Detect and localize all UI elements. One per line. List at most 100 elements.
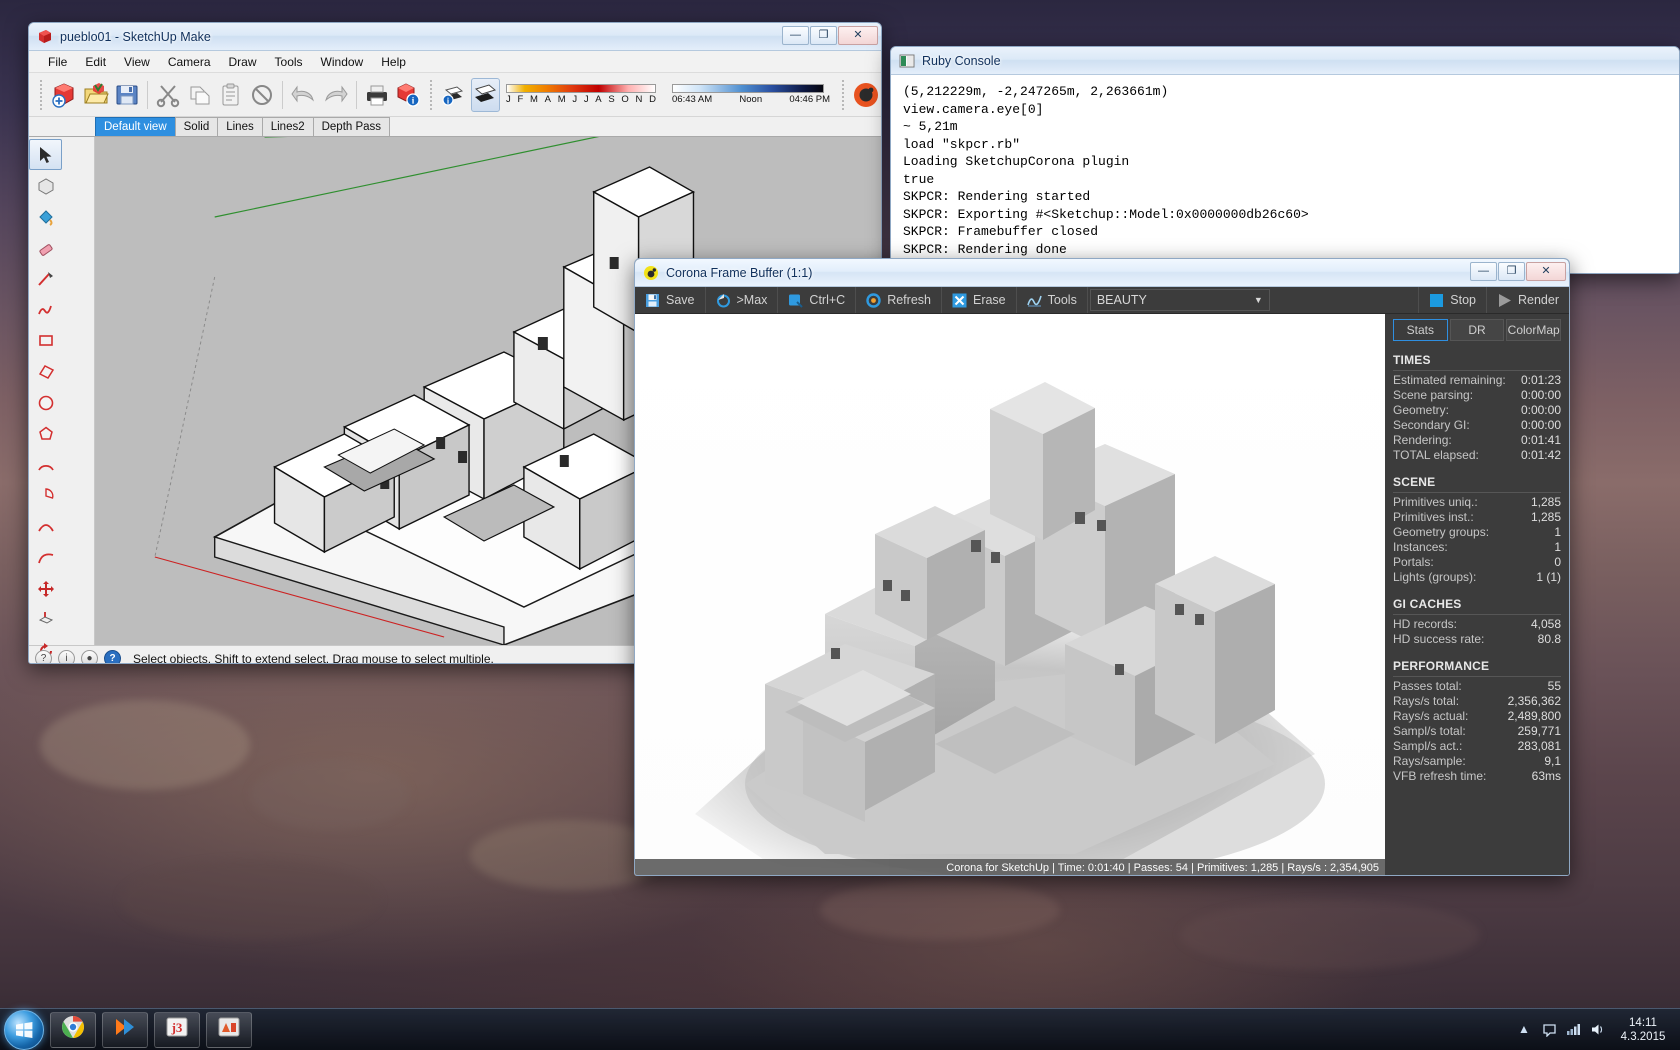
erase-icon[interactable]	[247, 78, 276, 112]
scene-tab-lines2[interactable]: Lines2	[261, 117, 314, 136]
tools-button[interactable]: Tools	[1017, 287, 1088, 313]
make-component-icon[interactable]	[29, 170, 62, 201]
menu-edit[interactable]: Edit	[76, 53, 115, 71]
new-document-icon[interactable]	[50, 78, 79, 112]
scene-tab-solid[interactable]: Solid	[174, 117, 219, 136]
freehand-icon[interactable]	[29, 294, 62, 325]
copy-icon[interactable]	[185, 78, 214, 112]
corona-close-button[interactable]: ✕	[1526, 262, 1566, 281]
ruby-console-window[interactable]: Ruby Console (5,212229m, -2,247265m, 2,2…	[890, 46, 1680, 274]
windows-taskbar[interactable]: j3 ▲ 14:11 4.3.2015	[0, 1008, 1680, 1050]
save-icon[interactable]	[112, 78, 141, 112]
sketchup-maximize-button[interactable]: ❐	[810, 26, 837, 45]
shadow-time-slider[interactable]: 06:43 AM Noon 04:46 PM	[672, 84, 830, 105]
corona-minimize-button[interactable]: —	[1470, 262, 1497, 281]
sketchup-minimize-button[interactable]: —	[782, 26, 809, 45]
taskbar-item-corona[interactable]	[206, 1011, 252, 1048]
three-point-arc-icon[interactable]	[29, 542, 62, 573]
two-point-arc-icon[interactable]	[29, 511, 62, 542]
render-button[interactable]: Render	[1487, 287, 1569, 313]
rotated-rectangle-icon[interactable]	[29, 356, 62, 387]
menu-window[interactable]: Window	[312, 53, 373, 71]
volume-icon[interactable]	[1590, 1022, 1605, 1037]
sketchup-scene-tabs[interactable]: Default view Solid Lines Lines2 Depth Pa…	[29, 117, 881, 137]
erase-button[interactable]: Erase	[942, 287, 1017, 313]
instructor-icon[interactable]: i	[58, 650, 75, 663]
taskbar-clock[interactable]: 14:11 4.3.2015	[1614, 1016, 1672, 1044]
system-tray[interactable]: ▲ 14:11 4.3.2015	[1518, 1016, 1680, 1044]
render-element-select[interactable]: BEAUTY ▼	[1089, 289, 1270, 311]
print-icon[interactable]	[362, 78, 391, 112]
arc-icon[interactable]	[29, 449, 62, 480]
sketchup-close-button[interactable]: ✕	[838, 26, 878, 45]
redo-arrow-icon[interactable]	[320, 78, 349, 112]
save-button[interactable]: Save	[635, 287, 706, 313]
shadow-month-gradient[interactable]	[506, 84, 657, 93]
corona-maximize-button[interactable]: ❐	[1498, 262, 1525, 281]
polygon-icon[interactable]	[29, 418, 62, 449]
menu-camera[interactable]: Camera	[159, 53, 220, 71]
menu-file[interactable]: File	[39, 53, 76, 71]
shadow-time-gradient[interactable]	[672, 84, 825, 93]
open-folder-icon[interactable]	[81, 78, 110, 112]
account-icon[interactable]: ●	[81, 650, 98, 663]
push-pull-icon[interactable]	[29, 604, 62, 635]
windows-start-orb-icon[interactable]	[4, 1009, 44, 1050]
line-icon[interactable]	[29, 263, 62, 294]
stats-value: 283,081	[1517, 739, 1561, 753]
taskbar-item-sketchup[interactable]: j3	[154, 1011, 200, 1048]
send-to-max-button[interactable]: >Max	[706, 287, 779, 313]
render-image-area[interactable]: Corona for SketchUp | Time: 0:01:40 | Pa…	[635, 314, 1385, 875]
model-info-icon[interactable]: i	[394, 78, 423, 112]
corona-toolbar-right[interactable]: Stop Render	[1418, 287, 1569, 313]
menu-draw[interactable]: Draw	[220, 53, 266, 71]
scene-tab-default-view[interactable]: Default view	[95, 117, 176, 136]
tab-colormap[interactable]: ColorMap	[1506, 319, 1562, 341]
undo-arrow-icon[interactable]	[289, 78, 318, 112]
paint-bucket-icon[interactable]	[29, 201, 62, 232]
corona-stats-panel[interactable]: Stats DR ColorMap TIMES Estimated remain…	[1385, 314, 1569, 875]
scene-tab-lines[interactable]: Lines	[217, 117, 263, 136]
display-shadows-icon[interactable]: i	[440, 78, 469, 112]
cut-scissors-icon[interactable]	[154, 78, 183, 112]
corona-window-controls[interactable]: — ❐ ✕	[1470, 262, 1566, 281]
menu-view[interactable]: View	[115, 53, 159, 71]
help-icon[interactable]: ?	[104, 650, 121, 663]
paste-icon[interactable]	[216, 78, 245, 112]
corona-frame-buffer-window[interactable]: Corona Frame Buffer (1:1) — ❐ ✕ Save >Ma…	[634, 258, 1570, 876]
taskbar-item-media-player[interactable]	[102, 1011, 148, 1048]
scene-tab-depth-pass[interactable]: Depth Pass	[312, 117, 391, 136]
rectangle-icon[interactable]	[29, 325, 62, 356]
refresh-button[interactable]: Refresh	[856, 287, 942, 313]
ruby-console-output[interactable]: (5,212229m, -2,247265m, 2,263661m) view.…	[891, 75, 1679, 273]
corona-render-icon[interactable]	[852, 78, 881, 112]
context-help-icon[interactable]: ?	[35, 650, 52, 663]
corona-titlebar[interactable]: Corona Frame Buffer (1:1) — ❐ ✕	[635, 259, 1569, 287]
tab-dr[interactable]: DR	[1449, 319, 1505, 341]
move-icon[interactable]	[29, 573, 62, 604]
sketchup-titlebar[interactable]: pueblo01 - SketchUp Make — ❐ ✕	[29, 23, 881, 51]
sketchup-window-controls[interactable]: — ❐ ✕	[782, 26, 878, 45]
sketchup-main-toolbar[interactable]: i i J F M A M J J A S O N D 06:43 AM Noo…	[29, 73, 881, 117]
show-hidden-icon[interactable]: ▲	[1518, 1022, 1533, 1037]
sketchup-large-tool-palette[interactable]: 5 A1	[29, 137, 95, 657]
pie-icon[interactable]	[29, 480, 62, 511]
corona-toolbar[interactable]: Save >Max Ctrl+C Refresh Erase Tools BEA…	[635, 287, 1569, 314]
circle-icon[interactable]	[29, 387, 62, 418]
shadow-month-slider[interactable]: J F M A M J J A S O N D	[506, 84, 657, 105]
taskbar-item-chrome[interactable]	[50, 1011, 96, 1048]
action-center-icon[interactable]	[1542, 1022, 1557, 1038]
menu-tools[interactable]: Tools	[266, 53, 312, 71]
tab-stats[interactable]: Stats	[1393, 319, 1448, 341]
shadow-settings-icon[interactable]	[470, 77, 501, 112]
stats-tab-bar[interactable]: Stats DR ColorMap	[1393, 314, 1562, 341]
copy-clipboard-button[interactable]: Ctrl+C	[778, 287, 857, 313]
select-arrow-icon[interactable]	[29, 139, 62, 170]
stop-button[interactable]: Stop	[1418, 287, 1487, 313]
chevron-down-icon[interactable]: ▼	[1254, 295, 1263, 305]
menu-help[interactable]: Help	[372, 53, 415, 71]
eraser-icon[interactable]	[29, 232, 62, 263]
sketchup-menubar[interactable]: File Edit View Camera Draw Tools Window …	[29, 51, 881, 73]
ruby-console-titlebar[interactable]: Ruby Console	[891, 47, 1679, 75]
network-icon[interactable]	[1566, 1022, 1581, 1037]
